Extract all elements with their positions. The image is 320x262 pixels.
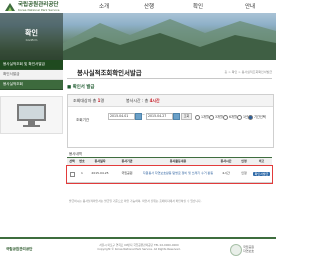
col-hours: 봉사시간 xyxy=(220,158,232,163)
nav-guide[interactable]: 안내 xyxy=(245,2,255,10)
radio-custom[interactable]: 기간선택 xyxy=(248,114,266,120)
certification-badge-icon xyxy=(230,244,242,256)
certificate-link-button[interactable]: 확인서발급 xyxy=(252,171,271,177)
notice-text: 발급하시는 봉사실적확인서는 발급일 기준으로 확인 가능하며, 확인서 진위는… xyxy=(69,199,202,203)
period-label: 조회기간 xyxy=(76,118,90,122)
col-number: 번호 xyxy=(79,158,85,163)
row-checkbox[interactable] xyxy=(69,171,75,177)
sidebar-item-record[interactable]: 봉사실적조회 xyxy=(0,80,63,90)
search-summary-bar: 조회대상자 총 1명 봉사시간 : 총 4시간 xyxy=(68,95,273,107)
sidebar-banner[interactable] xyxy=(0,96,63,134)
col-date: 봉사일자 xyxy=(94,158,106,163)
cell-number: 1 xyxy=(81,171,83,176)
calendar-to-icon[interactable] xyxy=(173,113,180,120)
search-button[interactable]: 조회 xyxy=(181,113,192,120)
table-row[interactable]: 1 2015.04.25 국립공원 자원봉사 자연보호활동 탐방로 정비 및 쓰… xyxy=(66,165,273,184)
cell-content: 자원봉사 자연보호활동 탐방로 정비 및 쓰레기 수거 활동 xyxy=(142,171,214,176)
nav-intro[interactable]: 소개 xyxy=(99,2,109,10)
col-approved: 인정 xyxy=(241,158,247,163)
section-title: ■ 확인서 발급 xyxy=(67,85,95,90)
cell-org: 국립공원 xyxy=(121,171,133,176)
footer-logo: 국립공원관리공단 xyxy=(6,247,33,251)
cell-hours: 4시간 xyxy=(222,171,230,176)
sidebar-title: 확인 xyxy=(25,29,38,37)
monitor-icon xyxy=(17,104,46,127)
sidebar-subtitle: Confirm xyxy=(25,38,38,42)
radio-3m[interactable]: 3개월 xyxy=(209,114,223,120)
cell-approved: 인정 xyxy=(241,171,247,176)
summary-hours: 봉사시간 : 총 4시간 xyxy=(126,98,160,103)
site-logo[interactable]: 국립공원관리공단 Korea National Park Service xyxy=(4,2,59,12)
nav-confirm[interactable]: 확인 xyxy=(193,2,203,10)
page-title: 봉사실적조회확인서발급 xyxy=(77,69,142,77)
sidebar-item-certificate[interactable]: 확인서발급 xyxy=(0,70,63,80)
breadcrumb: 홈 > 확인 > 봉사실적조회확인서발급 xyxy=(224,70,272,74)
logo-mark-icon xyxy=(4,2,16,12)
col-note: 비고 xyxy=(258,158,265,163)
volunteer-table: 선택 번호 봉사일자 봉사기관 봉사활동내용 봉사시간 인정 비고 1 2015… xyxy=(66,157,273,184)
sidebar: 봉사실적조회 및 확인서발급 확인서발급 봉사실적조회 xyxy=(0,60,63,134)
radio-6m[interactable]: 6개월 xyxy=(223,114,237,120)
title-divider xyxy=(67,78,272,79)
nav-hiking[interactable]: 산행 xyxy=(144,2,154,10)
footer-copyright: Copyright © Korea National Park Service.… xyxy=(97,246,181,251)
calendar-from-icon[interactable] xyxy=(135,113,142,120)
site-footer: 국립공원관리공단 서울시 마포구 연희로 00번지 국립공원관리공단 TEL 0… xyxy=(0,237,276,262)
col-content: 봉사활동내용 xyxy=(169,158,187,163)
logo-english: Korea National Park Service xyxy=(18,8,60,12)
date-to-field[interactable]: 2015.04.27 xyxy=(146,113,173,120)
radio-1m[interactable]: 1개월 xyxy=(195,114,209,120)
search-panel: 조회대상자 총 1명 봉사시간 : 총 4시간 조회기간 2015.04.01 … xyxy=(67,94,274,148)
cell-date: 2015.04.25 xyxy=(91,171,109,176)
radio-1y[interactable]: 1년 xyxy=(237,114,248,120)
badge-label: 국립공원 자연보호 xyxy=(243,245,255,253)
date-from-field[interactable]: 2015.04.01 xyxy=(108,113,135,120)
sidebar-item-volunteer[interactable]: 봉사실적조회 및 확인서발급 xyxy=(0,60,63,70)
summary-count: 조회대상자 총 1명 xyxy=(73,98,105,103)
col-org: 봉사기관 xyxy=(121,158,133,163)
table-header-row: 선택 번호 봉사일자 봉사기관 봉사활동내용 봉사시간 인정 비고 xyxy=(67,158,272,166)
col-select: 선택 xyxy=(69,158,75,163)
